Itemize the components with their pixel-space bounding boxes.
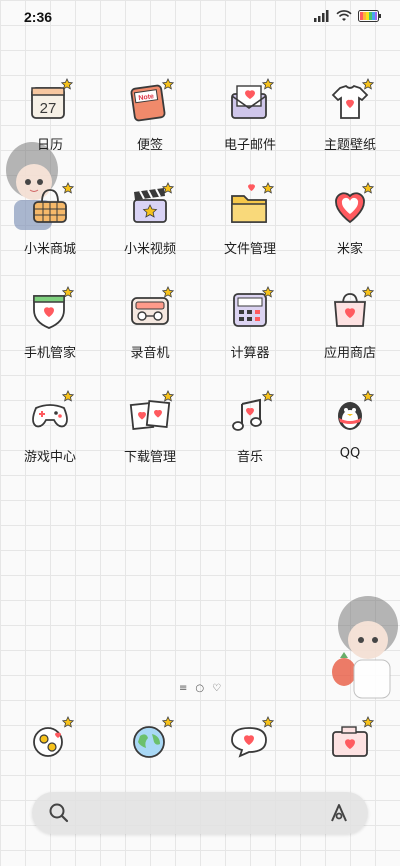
app-notes[interactable]: Note 便签	[100, 74, 200, 178]
dock-phone[interactable]	[0, 712, 100, 772]
calendar-day: 27	[40, 100, 57, 117]
battery-icon	[358, 10, 381, 22]
app-security[interactable]: 手机管家	[0, 282, 100, 386]
app-mijia[interactable]: 米家	[300, 178, 400, 282]
app-label: QQ	[339, 446, 361, 461]
camera-icon	[322, 712, 378, 768]
app-label: 小米视频	[123, 242, 176, 257]
mail-icon	[222, 74, 278, 130]
character-sticker-right	[332, 596, 398, 699]
app-mi-store[interactable]: 小米商城	[0, 178, 100, 282]
app-label: 下载管理	[123, 450, 176, 465]
page-dot-icon: ○	[195, 683, 205, 694]
app-app-store[interactable]: 应用商店	[300, 282, 400, 386]
signal-icon	[314, 10, 329, 22]
app-game-center[interactable]: 游戏中心	[0, 386, 100, 490]
app-label: 录音机	[130, 346, 170, 361]
app-label: 电子邮件	[223, 138, 276, 153]
dock	[0, 712, 400, 772]
app-label: 文件管理	[223, 242, 276, 257]
status-time: 2:36	[24, 9, 53, 25]
app-label: 手机管家	[23, 346, 76, 361]
wifi-icon	[336, 10, 352, 21]
page-indicator[interactable]: ≡ ○ ♡	[0, 683, 400, 694]
app-calculator[interactable]: 计算器	[200, 282, 300, 386]
heart-home-icon	[322, 178, 378, 234]
app-email[interactable]: 电子邮件	[200, 74, 300, 178]
app-label: 便签	[136, 138, 163, 153]
app-label: 主题壁纸	[323, 138, 376, 153]
music-icon	[222, 386, 278, 442]
video-clapper-icon	[122, 178, 178, 234]
calculator-icon	[222, 282, 278, 338]
messages-icon	[222, 712, 278, 768]
app-label: 音乐	[236, 450, 263, 465]
browser-globe-icon	[122, 712, 178, 768]
app-label: 日历	[36, 138, 63, 153]
app-qq[interactable]: QQ	[300, 386, 400, 490]
status-bar: 2:36	[0, 0, 400, 34]
heart-page-icon: ♡	[212, 683, 222, 694]
notes-icon: Note	[122, 74, 178, 130]
phone-icon	[22, 712, 78, 768]
status-icons	[314, 10, 382, 22]
voice-assistant-icon[interactable]	[328, 802, 350, 824]
app-label: 计算器	[230, 346, 270, 361]
dock-camera[interactable]	[300, 712, 400, 772]
download-icon	[122, 386, 178, 442]
menu-lines-icon: ≡	[178, 683, 188, 694]
app-label: 应用商店	[323, 346, 376, 361]
gamepad-icon	[22, 386, 78, 442]
app-download-manager[interactable]: 下载管理	[100, 386, 200, 490]
recorder-icon	[122, 282, 178, 338]
shield-icon	[22, 282, 78, 338]
app-label: 游戏中心	[23, 450, 76, 465]
dock-messages[interactable]	[200, 712, 300, 772]
shopping-basket-icon	[22, 178, 78, 234]
app-grid: 27 日历 Note 便签 电子邮件 主题壁纸 小米商城 小米视频 文件管理 米…	[0, 74, 400, 490]
app-recorder[interactable]: 录音机	[100, 282, 200, 386]
app-theme[interactable]: 主题壁纸	[300, 74, 400, 178]
app-file-manager[interactable]: 文件管理	[200, 178, 300, 282]
search-bar[interactable]	[32, 792, 368, 834]
qq-penguin-icon	[322, 386, 378, 442]
search-icon[interactable]	[48, 802, 70, 824]
calendar-icon: 27	[22, 74, 78, 130]
app-label: 小米商城	[23, 242, 76, 257]
folder-icon	[222, 178, 278, 234]
app-label: 米家	[336, 242, 363, 257]
theme-tshirt-icon	[322, 74, 378, 130]
app-calendar[interactable]: 27 日历	[0, 74, 100, 178]
store-bag-icon	[322, 282, 378, 338]
app-mi-video[interactable]: 小米视频	[100, 178, 200, 282]
dock-browser[interactable]	[100, 712, 200, 772]
app-music[interactable]: 音乐	[200, 386, 300, 490]
